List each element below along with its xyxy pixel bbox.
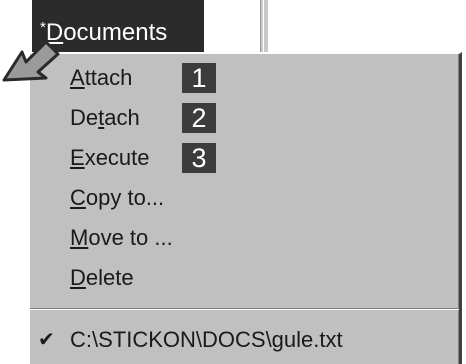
menu-item-copy-to[interactable]: Copy to... <box>30 178 459 218</box>
menu-item-attach[interactable]: Attach 1 <box>30 58 459 98</box>
window-divider-highlight <box>263 0 264 58</box>
menu-item-delete[interactable]: Delete <box>30 258 459 298</box>
menu-item-label: Attach <box>70 58 132 98</box>
label-rest: xecute <box>84 145 150 170</box>
menu-item-label: Delete <box>70 258 134 298</box>
documents-label-rest: ocuments <box>63 19 168 46</box>
menu-item-execute[interactable]: Execute 3 <box>30 138 459 178</box>
window-divider <box>260 0 268 58</box>
label-rest: ove to ... <box>88 225 173 250</box>
screen: *Documents Attach 1 Detach 2 Execute 3 C… <box>0 0 466 364</box>
step-badge-2: 2 <box>182 103 216 133</box>
label-rest: ach <box>104 105 140 130</box>
accel-letter: C <box>70 185 86 210</box>
label-rest: opy to... <box>85 185 165 210</box>
accel-letter: A <box>70 65 85 90</box>
accel-letter: E <box>70 145 85 170</box>
label-rest: elete <box>85 265 134 290</box>
menu-item-detach[interactable]: Detach 2 <box>30 98 459 138</box>
documents-popup-menu: Attach 1 Detach 2 Execute 3 Copy to... M… <box>28 52 462 364</box>
label-pre: De <box>70 105 99 130</box>
menu-item-recent-file[interactable]: ✔ C:\STICKON\DOCS\gule.txt <box>30 320 459 360</box>
menu-item-label: Detach <box>70 98 140 138</box>
accel-letter: M <box>70 225 89 250</box>
recent-file-path: C:\STICKON\DOCS\gule.txt <box>70 327 343 352</box>
step-badge-1: 1 <box>182 63 216 93</box>
menu-item-label: Move to ... <box>70 218 173 258</box>
menu-item-label: Copy to... <box>70 178 164 218</box>
arrow-pointer-icon <box>2 40 60 82</box>
menu-item-label: Execute <box>70 138 150 178</box>
menu-separator <box>30 308 459 310</box>
label-rest: ttach <box>84 65 133 90</box>
menu-item-move-to[interactable]: Move to ... <box>30 218 459 258</box>
check-icon: ✔ <box>38 329 55 351</box>
step-badge-3: 3 <box>182 143 216 173</box>
accel-letter: D <box>70 265 86 290</box>
